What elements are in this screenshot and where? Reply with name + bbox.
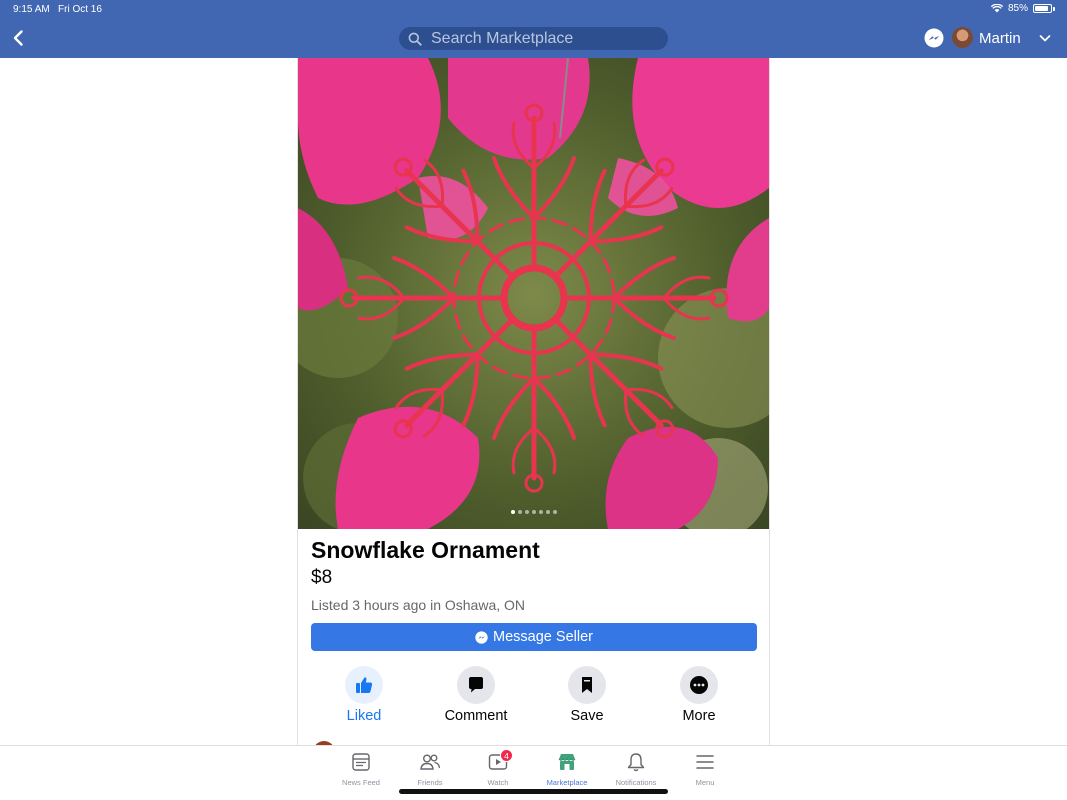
tab-watch-label: Watch [487,778,509,787]
marketplace-listing-screen: 9:15 AM Fri Oct 16 85% Search Marketplac… [0,0,1067,800]
messenger-icon [475,630,488,644]
bookmark-icon [582,677,592,693]
messenger-icon[interactable] [924,28,944,48]
tab-news-feed-label: News Feed [342,778,380,787]
save-button[interactable]: Save [542,666,632,724]
more-button[interactable]: More [654,666,744,724]
tab-news-feed[interactable]: News Feed [328,751,394,787]
search-placeholder: Search Marketplace [431,29,574,47]
battery-level [1035,6,1048,11]
listing-card: Snowflake Ornament $8 Listed 3 hours ago… [297,58,770,763]
comment-circle [457,666,495,704]
pagination-dot[interactable] [524,510,529,514]
comment-label: Comment [444,708,508,724]
message-seller-button[interactable]: Message Seller [311,623,757,651]
pagination-dot[interactable] [531,510,536,514]
top-bar: 9:15 AM Fri Oct 16 85% Search Marketplac… [0,0,1067,58]
comment-icon [469,677,483,693]
save-label: Save [570,708,604,724]
avatar[interactable] [952,27,973,48]
back-chevron-icon [13,30,23,46]
listing-photo[interactable] [298,58,769,529]
battery-percent: 85% [1007,3,1028,14]
wifi-icon [990,4,1003,13]
friends-icon [420,754,441,770]
news-feed-icon [352,753,370,771]
user-name[interactable]: Martin [979,30,1021,47]
home-indicator[interactable] [399,789,668,794]
pagination-dot[interactable] [545,510,550,514]
like-button[interactable]: Liked [319,666,409,724]
pagination-dot[interactable] [517,510,522,514]
more-icon [690,676,708,694]
search-input[interactable]: Search Marketplace [399,27,668,50]
pagination-dot[interactable] [552,510,557,514]
listing-title: Snowflake Ornament [311,537,540,563]
listing-meta: Listed 3 hours ago in Oshawa, ON [311,597,526,613]
listing-price: $8 [311,567,333,588]
tab-marketplace-label: Marketplace [546,778,588,787]
comment-button[interactable]: Comment [431,666,521,724]
ornament-photo-image [298,58,769,529]
marketplace-icon [558,754,576,770]
status-right: 85% [990,3,1055,14]
tab-marketplace[interactable]: Marketplace [534,751,600,787]
message-seller-label: Message Seller [493,629,593,645]
action-row: Liked Comment Save More [311,666,757,726]
thumbs-up-icon [356,677,373,693]
photo-pagination-dots [298,510,769,514]
bell-icon [627,753,645,772]
more-label: More [682,708,716,724]
status-time: 9:15 AM [13,4,50,15]
battery-icon [1033,4,1052,13]
more-circle [680,666,718,704]
like-label: Liked [346,708,382,724]
tab-notifications[interactable]: Notifications [603,751,669,787]
pagination-dot[interactable] [538,510,543,514]
battery-cap [1053,6,1055,11]
menu-icon [696,755,714,769]
back-button[interactable] [9,28,29,48]
search-icon [408,32,422,46]
save-circle [568,666,606,704]
tab-menu[interactable]: Menu [672,751,738,787]
status-bar: 9:15 AM Fri Oct 16 85% [0,0,1067,18]
status-date: Fri Oct 16 [58,4,102,15]
pagination-dot[interactable] [510,510,515,514]
watch-badge: 4 [500,749,513,762]
tab-watch[interactable]: 4 Watch [465,749,531,787]
tab-friends[interactable]: Friends [397,751,463,787]
tab-menu-label: Menu [695,778,715,787]
like-circle [345,666,383,704]
tab-notifications-label: Notifications [615,778,657,787]
tab-friends-label: Friends [417,778,443,787]
chevron-down-icon[interactable] [1039,32,1051,44]
